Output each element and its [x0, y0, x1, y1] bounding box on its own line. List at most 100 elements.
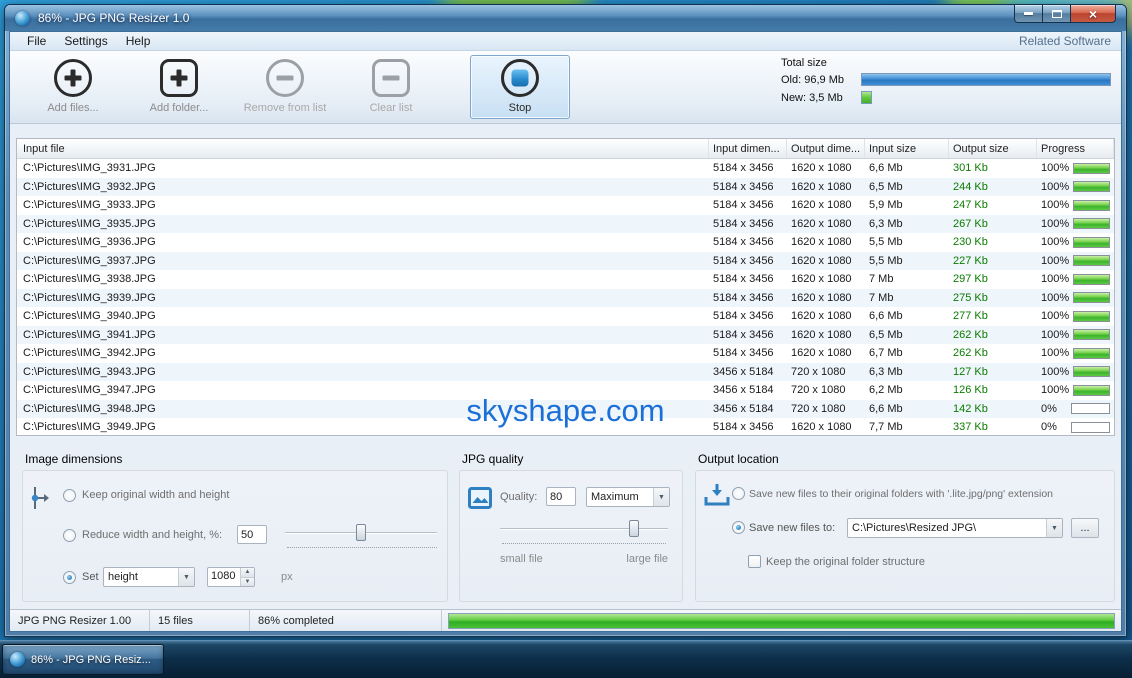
cell-input-file: C:\Pictures\IMG_3938.JPG: [17, 273, 709, 285]
reduce-percent-radio[interactable]: [63, 529, 76, 542]
cell-input-file: C:\Pictures\IMG_3940.JPG: [17, 310, 709, 322]
add-files-button[interactable]: Add files...: [20, 55, 126, 119]
add-files-icon: [54, 59, 92, 97]
column-input-size[interactable]: Input size: [865, 139, 949, 158]
progress-percent: 0%: [1041, 421, 1067, 433]
dimension-select[interactable]: height ▼: [103, 567, 195, 587]
cell-input-file: C:\Pictures\IMG_3933.JPG: [17, 199, 709, 211]
statusbar: JPG PNG Resizer 1.00 15 files 86% comple…: [10, 609, 1121, 631]
cell-input-dimensions: 5184 x 3456: [709, 310, 787, 322]
column-progress[interactable]: Progress: [1037, 139, 1114, 158]
table-row[interactable]: C:\Pictures\IMG_3939.JPG 5184 x 3456 162…: [17, 289, 1114, 308]
cell-output-dimensions: 1620 x 1080: [787, 292, 865, 304]
save-original-folders-radio[interactable]: [732, 487, 745, 500]
old-size-bar: [861, 73, 1111, 86]
related-software-link[interactable]: Related Software: [1019, 34, 1113, 48]
taskbar-app-button[interactable]: 86% - JPG PNG Resiz...: [2, 644, 164, 675]
keep-original-radio[interactable]: [63, 489, 76, 502]
stepper-buttons: ▲ ▼: [240, 568, 254, 586]
cell-progress: 100%: [1037, 273, 1114, 285]
output-location-title: Output location: [698, 452, 779, 466]
old-size-bar-fill: [862, 74, 1110, 85]
table-row[interactable]: C:\Pictures\IMG_3942.JPG 5184 x 3456 162…: [17, 344, 1114, 363]
chevron-down-icon[interactable]: ▼: [1046, 519, 1062, 537]
cell-progress: 100%: [1037, 218, 1114, 230]
table-row[interactable]: C:\Pictures\IMG_3947.JPG 3456 x 5184 720…: [17, 381, 1114, 400]
cell-input-size: 6,6 Mb: [865, 310, 949, 322]
table-row[interactable]: C:\Pictures\IMG_3935.JPG 5184 x 3456 162…: [17, 215, 1114, 234]
save-new-files-radio[interactable]: [732, 521, 745, 534]
save-path-combo[interactable]: C:\Pictures\Resized JPG\ ▼: [847, 518, 1063, 538]
set-dimension-radio[interactable]: [63, 571, 76, 584]
reduce-percent-input[interactable]: [237, 525, 267, 544]
close-button[interactable]: ×: [1071, 5, 1116, 23]
chevron-down-icon[interactable]: ▼: [653, 488, 669, 506]
cell-input-size: 7,7 Mb: [865, 421, 949, 433]
minimize-button[interactable]: [1014, 5, 1043, 23]
column-input-dimensions[interactable]: Input dimen...: [709, 139, 787, 158]
cell-input-dimensions: 5184 x 3456: [709, 181, 787, 193]
picture-icon: [468, 487, 492, 509]
table-row[interactable]: C:\Pictures\IMG_3940.JPG 5184 x 3456 162…: [17, 307, 1114, 326]
table-row[interactable]: C:\Pictures\IMG_3931.JPG 5184 x 3456 162…: [17, 159, 1114, 178]
cell-progress: 100%: [1037, 162, 1114, 174]
menu-help[interactable]: Help: [117, 32, 160, 50]
progress-bar: [1073, 311, 1110, 322]
menubar: File Settings Help Related Software: [10, 32, 1121, 51]
reduce-percent-slider[interactable]: [285, 523, 437, 543]
client-area: File Settings Help Related Software Add …: [9, 31, 1122, 632]
stop-label: Stop: [509, 102, 532, 114]
table-row[interactable]: C:\Pictures\IMG_3936.JPG 5184 x 3456 162…: [17, 233, 1114, 252]
table-row[interactable]: C:\Pictures\IMG_3943.JPG 3456 x 5184 720…: [17, 363, 1114, 382]
table-row[interactable]: C:\Pictures\IMG_3941.JPG 5184 x 3456 162…: [17, 326, 1114, 345]
progress-bar-fill: [1074, 312, 1109, 321]
column-output-dimensions[interactable]: Output dime...: [787, 139, 865, 158]
old-size-row: Old: 96,9 Mb: [781, 73, 1111, 86]
column-input-file[interactable]: Input file: [17, 139, 709, 158]
slider-thumb[interactable]: [629, 520, 639, 537]
add-folder-button[interactable]: Add folder...: [126, 55, 232, 119]
progress-bar: [1071, 403, 1110, 414]
small-file-hint: small file: [500, 553, 543, 565]
taskbar-button-label: 86% - JPG PNG Resiz...: [31, 654, 151, 666]
column-output-size[interactable]: Output size: [949, 139, 1037, 158]
keep-structure-checkbox[interactable]: [748, 555, 761, 568]
progress-percent: 100%: [1041, 218, 1069, 230]
stop-button[interactable]: Stop: [470, 55, 570, 119]
cell-input-size: 6,7 Mb: [865, 347, 949, 359]
remove-from-list-button[interactable]: Remove from list: [232, 55, 338, 119]
progress-percent: 100%: [1041, 255, 1069, 267]
cell-input-file: C:\Pictures\IMG_3931.JPG: [17, 162, 709, 174]
stepper-up-icon[interactable]: ▲: [241, 568, 254, 577]
slider-thumb[interactable]: [356, 524, 366, 541]
table-row[interactable]: C:\Pictures\IMG_3948.JPG 3456 x 5184 720…: [17, 400, 1114, 419]
window-title: 86% - JPG PNG Resizer 1.0: [38, 11, 189, 25]
titlebar[interactable]: 86% - JPG PNG Resizer 1.0 ×: [5, 5, 1126, 31]
old-size-value: 96,9 Mb: [804, 74, 844, 86]
cell-input-file: C:\Pictures\IMG_3932.JPG: [17, 181, 709, 193]
progress-percent: 100%: [1041, 273, 1069, 285]
table-row[interactable]: C:\Pictures\IMG_3932.JPG 5184 x 3456 162…: [17, 178, 1114, 197]
chevron-down-icon[interactable]: ▼: [178, 568, 194, 586]
dimension-value-stepper[interactable]: 1080 ▲ ▼: [207, 567, 255, 587]
table-row[interactable]: C:\Pictures\IMG_3933.JPG 5184 x 3456 162…: [17, 196, 1114, 215]
quality-preset-select[interactable]: Maximum ▼: [586, 487, 670, 507]
px-unit-label: px: [281, 571, 293, 583]
quality-slider[interactable]: [500, 519, 668, 539]
clear-list-icon: [372, 59, 410, 97]
cell-input-file: C:\Pictures\IMG_3942.JPG: [17, 347, 709, 359]
cell-output-dimensions: 1620 x 1080: [787, 347, 865, 359]
table-row[interactable]: C:\Pictures\IMG_3938.JPG 5184 x 3456 162…: [17, 270, 1114, 289]
table-row[interactable]: C:\Pictures\IMG_3949.JPG 5184 x 3456 162…: [17, 418, 1114, 436]
maximize-button[interactable]: [1043, 5, 1071, 23]
menu-settings[interactable]: Settings: [55, 32, 116, 50]
menu-file[interactable]: File: [18, 32, 55, 50]
browse-button[interactable]: ...: [1071, 518, 1099, 538]
stepper-down-icon[interactable]: ▼: [241, 577, 254, 587]
cell-output-dimensions: 720 x 1080: [787, 366, 865, 378]
quality-input[interactable]: [546, 487, 576, 506]
cell-input-size: 7 Mb: [865, 292, 949, 304]
clear-list-button[interactable]: Clear list: [338, 55, 444, 119]
table-row[interactable]: C:\Pictures\IMG_3937.JPG 5184 x 3456 162…: [17, 252, 1114, 271]
toolbar: Add files... Add folder... Remove from l…: [10, 51, 1121, 124]
